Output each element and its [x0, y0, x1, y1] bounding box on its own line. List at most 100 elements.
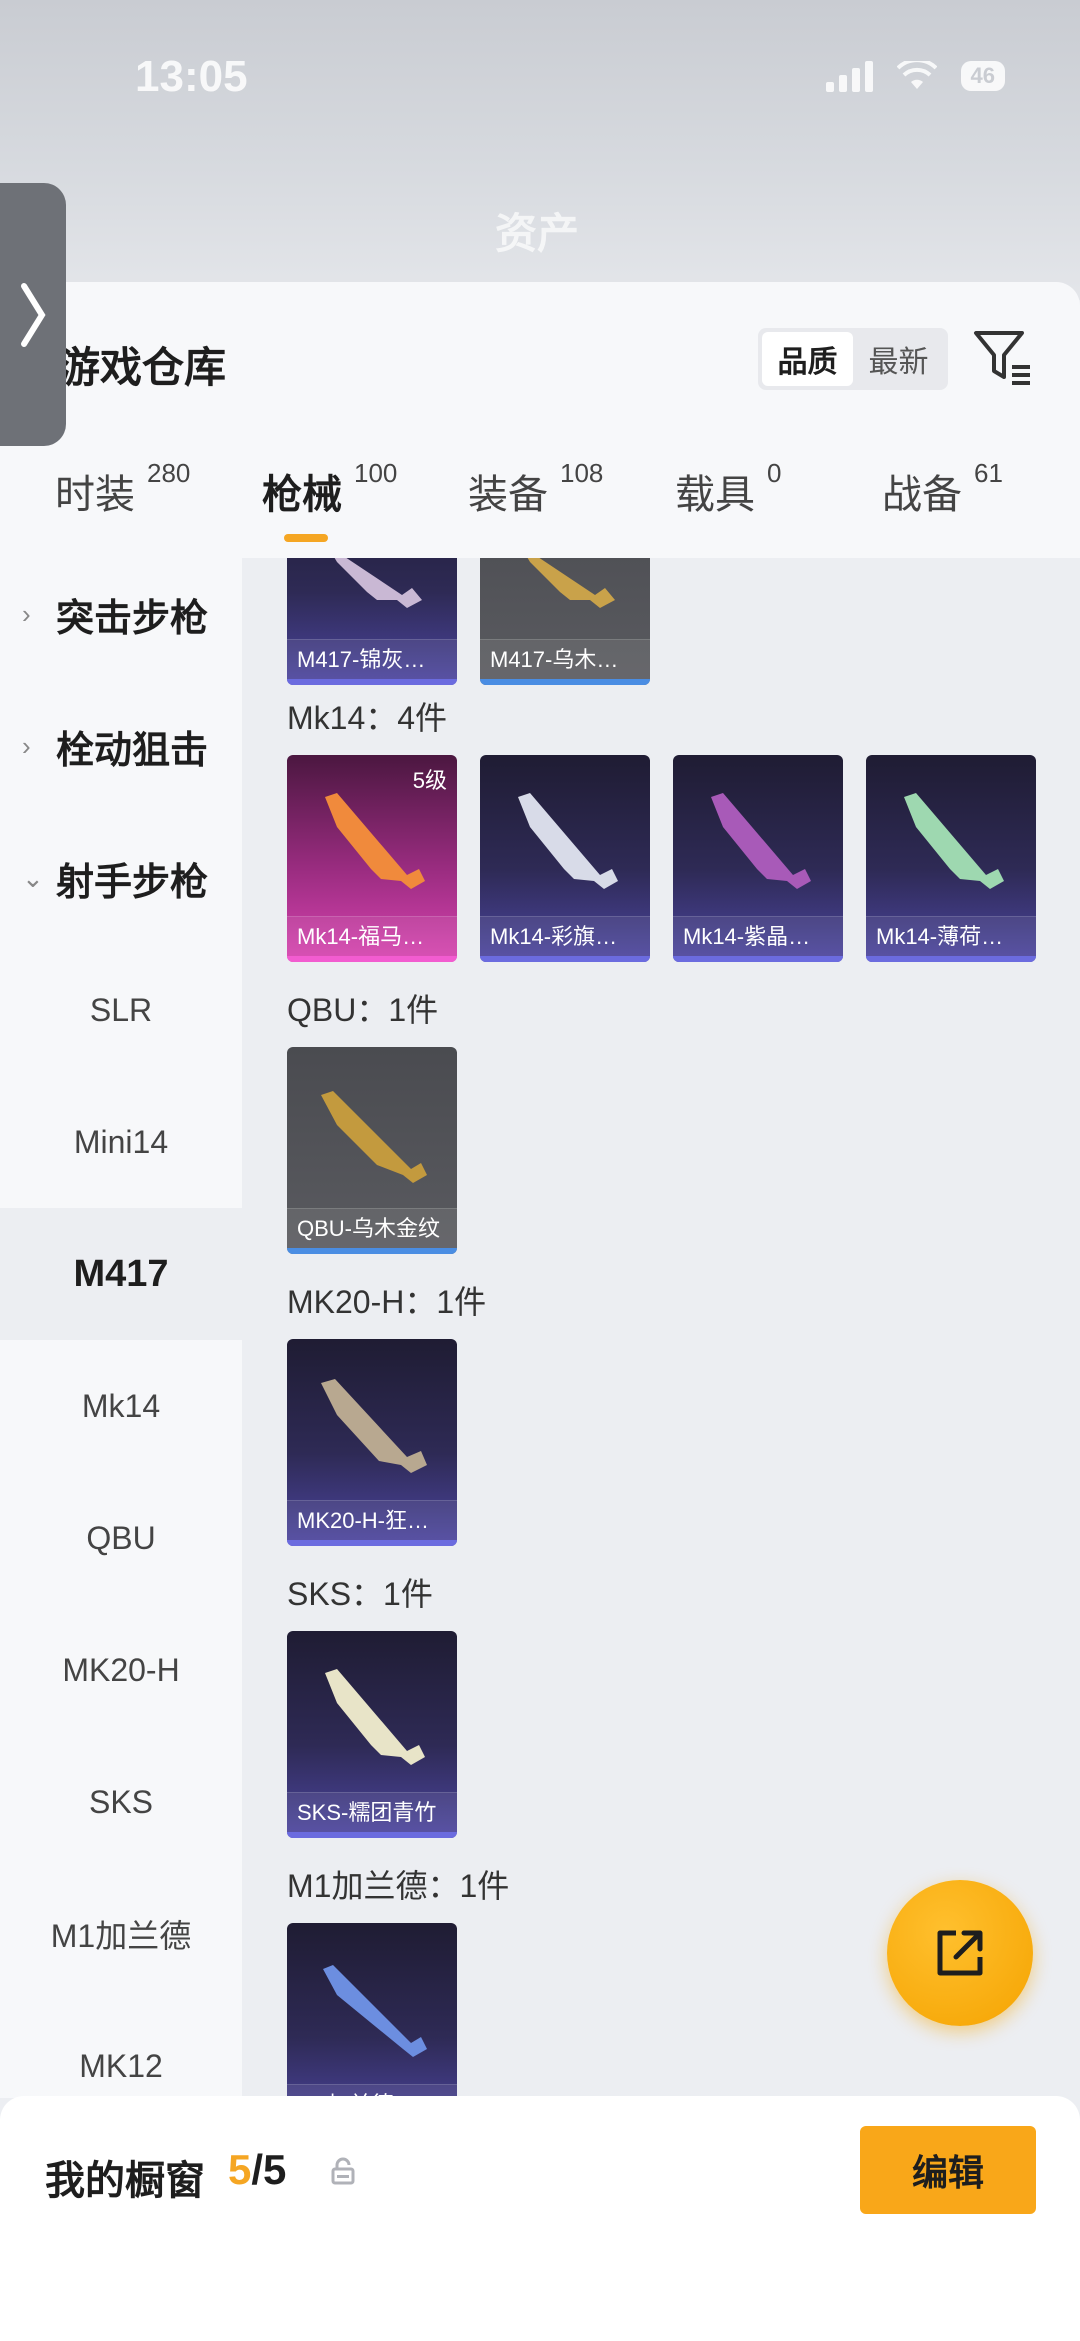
showcase-current: 5	[228, 2146, 252, 2193]
group-title-mk20h: MK20-H：1件	[287, 1284, 487, 1320]
rifle-icon	[321, 1379, 427, 1473]
sidebar-item-mk14[interactable]: Mk14	[0, 1340, 242, 1472]
rifle-icon	[334, 558, 422, 608]
chevron-right-icon	[21, 282, 46, 347]
weapon-card-name: MK20-H-狂…	[287, 1500, 457, 1540]
weapon-card-name: Mk14-彩旗…	[480, 916, 650, 956]
weapon-grid: M417-锦灰… M417-乌木… Mk14：4件 5级 Mk14-福马… Mk…	[242, 558, 1080, 2098]
sidebar-item-mk20h[interactable]: MK20-H	[0, 1604, 242, 1736]
weapon-card-name: Mk14-紫晶…	[673, 916, 843, 956]
weapon-card[interactable]: MK20-H-狂…	[287, 1339, 457, 1546]
sidebar-item-assault-rifles[interactable]: › 突击步枪	[0, 548, 242, 680]
rarity-bar	[287, 1248, 457, 1254]
sidebar-item-label: 栓动狙击	[56, 729, 209, 772]
weapon-card-name: QBU-乌木金纹	[287, 1208, 457, 1248]
chevron-right-icon: ›	[22, 730, 31, 761]
rifle-icon	[321, 1091, 427, 1183]
rifle-icon	[325, 793, 425, 889]
tab-count: 61	[974, 458, 1003, 488]
blurred-page-title: 资产	[495, 210, 580, 257]
sidebar-item-marksman-rifles[interactable]: ⌄ 射手步枪	[0, 812, 242, 944]
sort-newest-button[interactable]: 最新	[853, 332, 944, 386]
battery-indicator: 46	[960, 61, 1005, 91]
signal-icon	[825, 60, 873, 92]
weapon-card[interactable]: M1加兰德…	[287, 1923, 457, 2098]
weapon-card-name: M417-锦灰…	[287, 639, 457, 679]
weapon-card[interactable]: Mk14-紫晶…	[673, 755, 843, 962]
rarity-bar	[480, 679, 650, 685]
side-drawer-handle[interactable]	[0, 183, 66, 446]
rarity-bar	[287, 679, 457, 685]
wifi-icon	[896, 61, 937, 89]
weapon-card[interactable]: M417-乌木…	[480, 558, 650, 685]
rifle-icon	[518, 793, 618, 889]
sidebar-item-label: 突击步枪	[56, 597, 209, 640]
chevron-down-icon: ⌄	[22, 862, 44, 893]
sort-quality-button[interactable]: 品质	[762, 332, 853, 386]
share-icon	[937, 1930, 983, 1976]
sidebar-item-qbu[interactable]: QBU	[0, 1472, 242, 1604]
weapon-card[interactable]: 5级 Mk14-福马…	[287, 755, 457, 962]
tab-label: 枪械	[262, 473, 342, 517]
group-title-sks: SKS：1件	[287, 1576, 433, 1612]
weapon-card-name: Mk14-薄荷…	[866, 916, 1036, 956]
rifle-icon	[711, 793, 811, 889]
panel-header: 游戏仓库 品质 最新 时装 280 枪械 100 装备 108 载具 0 战备 …	[0, 282, 1080, 558]
active-tab-indicator	[284, 534, 328, 542]
tab-label: 时装	[55, 473, 135, 517]
page-title: 游戏仓库	[58, 344, 227, 391]
showcase-label: 我的橱窗	[45, 2159, 205, 2203]
rarity-bar	[287, 1540, 457, 1546]
weapon-card[interactable]: QBU-乌木金纹	[287, 1047, 457, 1254]
sort-toggle: 品质 最新	[758, 328, 948, 390]
weapon-card[interactable]: Mk14-薄荷…	[866, 755, 1036, 962]
filter-icon[interactable]	[972, 327, 1034, 387]
sidebar-item-slr[interactable]: SLR	[0, 944, 242, 1076]
group-title-qbu: QBU：1件	[287, 992, 439, 1028]
top-background: 13:05 46 资产	[0, 0, 1080, 300]
sidebar-item-bolt-snipers[interactable]: › 栓动狙击	[0, 680, 242, 812]
sidebar-item-label: 射手步枪	[56, 861, 209, 904]
weapon-card-name: SKS-糯团青竹	[287, 1792, 457, 1832]
tab-count: 280	[147, 458, 191, 488]
tab-count: 0	[767, 458, 782, 488]
level-badge: 5级	[412, 768, 447, 793]
lock-icon	[331, 2157, 355, 2185]
weapon-category-sidebar: › 突击步枪 › 栓动狙击 ⌄ 射手步枪 SLR Mini14 M417 Mk14 Q…	[0, 558, 242, 2098]
tab-label: 战备	[882, 473, 962, 517]
showcase-bar: 我的橱窗 5/5 编辑	[0, 2096, 1080, 2341]
rifle-icon	[904, 793, 1004, 889]
tab-label: 载具	[675, 473, 755, 517]
weapon-card[interactable]: M417-锦灰…	[287, 558, 457, 685]
sidebar-item-m1-garand[interactable]: M1加兰德	[0, 1868, 242, 2000]
weapon-card[interactable]: Mk14-彩旗…	[480, 755, 650, 962]
sidebar-item-sks[interactable]: SKS	[0, 1736, 242, 1868]
rifle-icon	[527, 558, 615, 608]
rarity-bar	[866, 956, 1036, 962]
sidebar-item-mini14[interactable]: Mini14	[0, 1076, 242, 1208]
tab-label: 装备	[468, 473, 548, 517]
tab-count: 100	[354, 458, 398, 488]
weapon-card[interactable]: SKS-糯团青竹	[287, 1631, 457, 1838]
group-title-mk14: Mk14：4件	[287, 700, 448, 736]
warehouse-panel: 游戏仓库 品质 最新 时装 280 枪械 100 装备 108 载具 0 战备 …	[0, 282, 1080, 2341]
tab-count: 108	[560, 458, 604, 488]
rarity-bar	[673, 956, 843, 962]
weapon-card-name: M417-乌木…	[480, 639, 650, 679]
sidebar-item-m417[interactable]: M417	[0, 1208, 242, 1340]
rarity-bar	[287, 1832, 457, 1838]
share-button[interactable]	[887, 1880, 1033, 2026]
weapon-card-name: Mk14-福马…	[287, 916, 457, 956]
rarity-bar	[480, 956, 650, 962]
status-icons: 46	[825, 60, 1005, 92]
edit-button[interactable]: 编辑	[860, 2126, 1036, 2214]
chevron-right-icon: ›	[22, 598, 31, 629]
showcase-count: 5/5	[228, 2146, 286, 2194]
rifle-icon	[325, 1669, 425, 1765]
group-title-m1-garand: M1加兰德：1件	[287, 1868, 510, 1904]
showcase-total: /5	[251, 2146, 287, 2193]
rarity-bar	[287, 956, 457, 962]
category-tabs: 时装 280 枪械 100 装备 108 载具 0 战备 61	[0, 458, 1080, 558]
status-time: 13:05	[135, 52, 248, 101]
rifle-icon	[323, 1965, 427, 2057]
